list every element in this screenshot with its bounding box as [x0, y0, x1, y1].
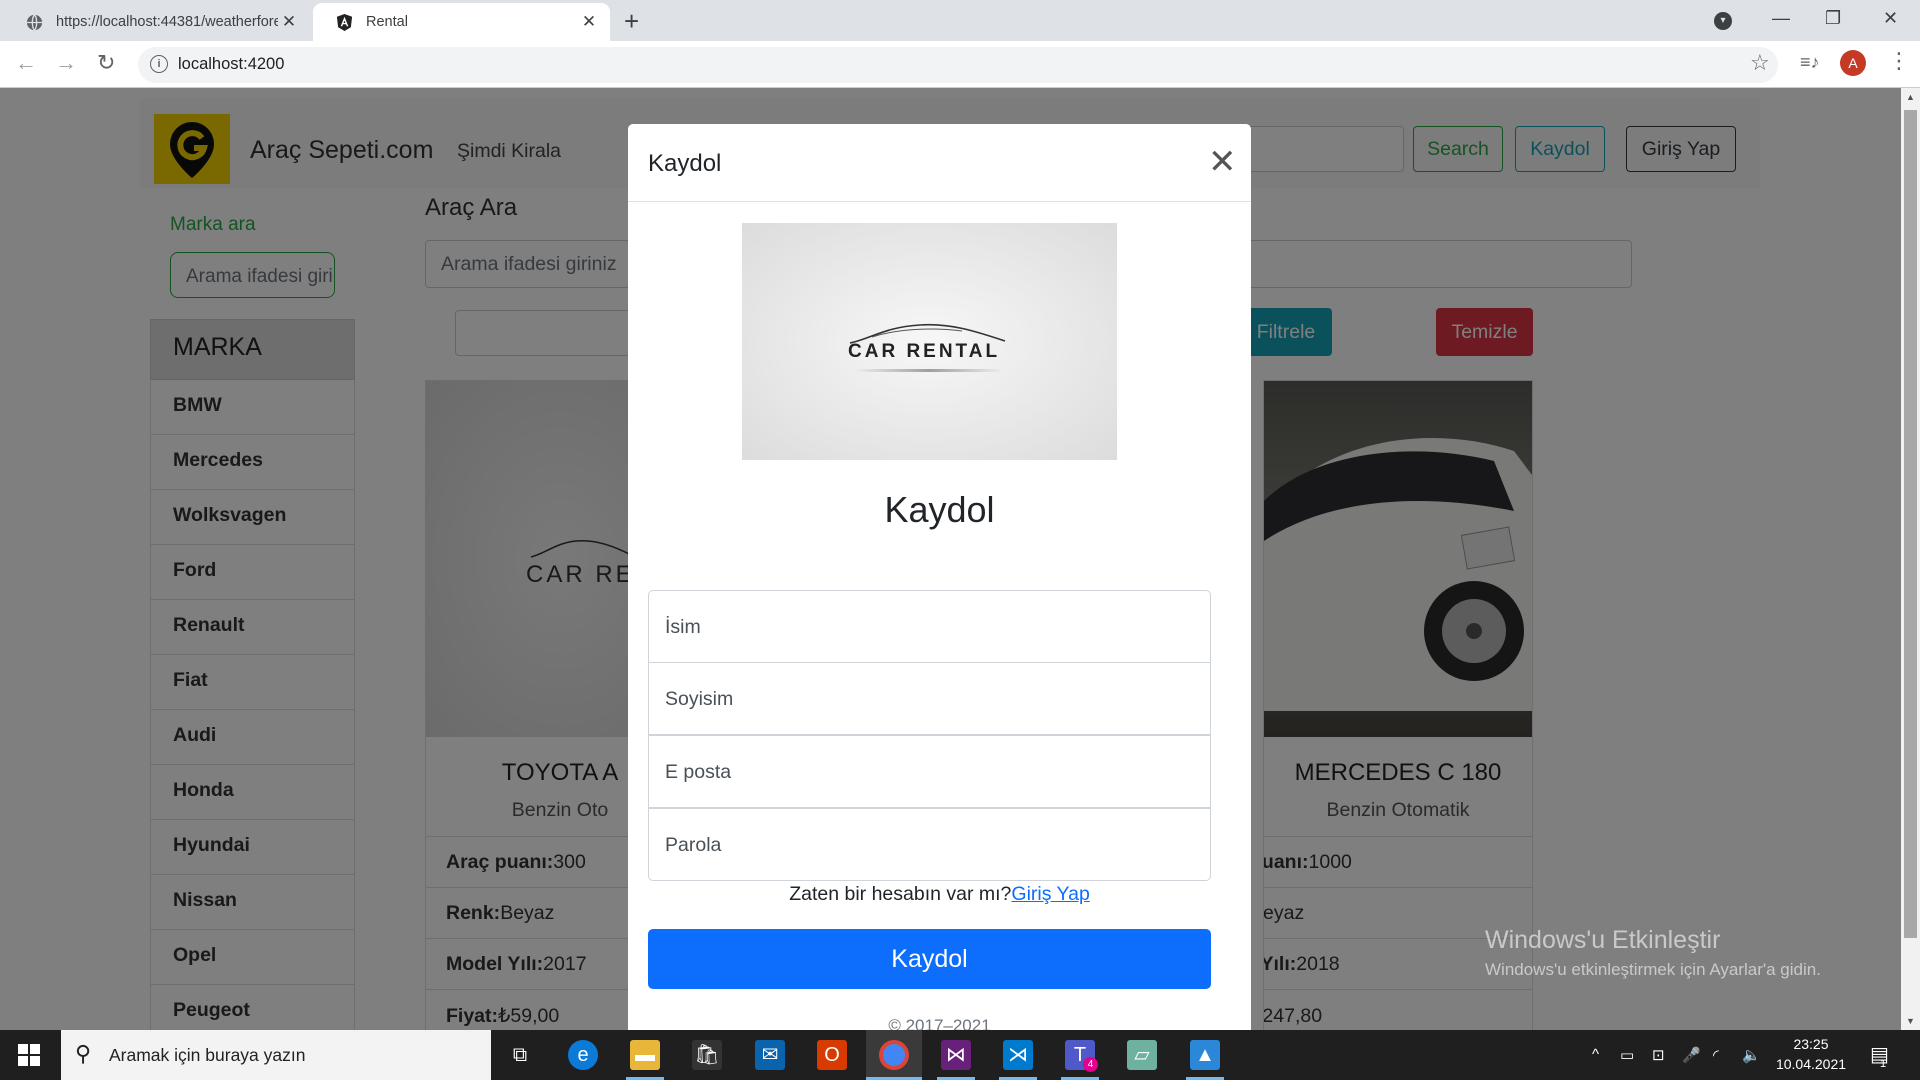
- vscode-icon[interactable]: ⋊: [1003, 1040, 1033, 1070]
- url-text: localhost:4200: [178, 55, 285, 73]
- windows-start-icon[interactable]: [18, 1044, 40, 1066]
- password-field[interactable]: Parola: [648, 808, 1211, 881]
- email-field[interactable]: E posta: [648, 735, 1211, 808]
- tab-title: https://localhost:44381/weatherforecast: [56, 14, 278, 30]
- taskbar-clock[interactable]: 23:25 10.04.2021: [1771, 1034, 1851, 1074]
- window-close-icon[interactable]: ✕: [1883, 8, 1898, 29]
- register-modal: Kaydol ✕ CAR RENTAL Kaydol İsim Soyisim …: [628, 124, 1251, 1030]
- menu-kebab-icon[interactable]: ⋮: [1888, 48, 1910, 74]
- browser-toolbar: ← → ↻ i localhost:4200 ☆ ≡♪ A ⋮: [0, 41, 1920, 88]
- tab-weatherforecast[interactable]: https://localhost:44381/weatherforecast …: [3, 3, 310, 41]
- scroll-down-icon[interactable]: ▼: [1906, 1016, 1915, 1026]
- page-scrollbar[interactable]: ▲ ▼: [1901, 88, 1920, 1030]
- devices-icon[interactable]: ⊡: [1652, 1046, 1665, 1064]
- car-rental-logo-image: CAR RENTAL: [742, 223, 1117, 460]
- bookmark-star-icon[interactable]: ☆: [1750, 50, 1770, 76]
- taskbar-search[interactable]: ⚲ Aramak için buraya yazın: [61, 1030, 491, 1080]
- edge-icon[interactable]: e: [568, 1040, 598, 1070]
- angular-icon: [336, 13, 353, 31]
- globe-icon: [26, 13, 43, 31]
- new-tab-icon[interactable]: +: [624, 6, 639, 37]
- notepad-icon[interactable]: ▱: [1127, 1040, 1157, 1070]
- car-rental-image-text: CAR RENTAL: [848, 341, 1001, 362]
- wifi-icon[interactable]: ◜: [1713, 1046, 1719, 1064]
- tray-overflow-icon[interactable]: ^: [1592, 1046, 1599, 1063]
- have-account-label: Zaten bir hesabın var mı?: [789, 883, 1012, 905]
- register-heading: Kaydol: [884, 489, 995, 530]
- first-name-field[interactable]: İsim: [648, 590, 1211, 663]
- tab-title: Rental: [366, 14, 408, 30]
- search-icon: ⚲: [75, 1041, 92, 1066]
- volume-icon[interactable]: 🔈: [1742, 1046, 1761, 1064]
- modal-title: Kaydol: [648, 150, 722, 177]
- chrome-icon[interactable]: [879, 1040, 909, 1070]
- clock-date: 10.04.2021: [1775, 1056, 1847, 1072]
- activation-watermark-title: Windows'u Etkinleştir: [1485, 926, 1721, 954]
- taskbar-search-placeholder: Aramak için buraya yazın: [109, 1045, 306, 1065]
- scroll-up-icon[interactable]: ▲: [1906, 92, 1915, 102]
- office-icon[interactable]: O: [817, 1040, 847, 1070]
- login-link[interactable]: Giriş Yap: [1011, 883, 1089, 905]
- minimize-icon[interactable]: —: [1772, 8, 1790, 29]
- modal-header: Kaydol ✕: [628, 124, 1251, 202]
- media-control-icon[interactable]: ≡♪: [1800, 52, 1820, 73]
- forward-icon[interactable]: →: [55, 50, 77, 76]
- activation-watermark-text: Windows'u etkinleştirmek için Ayarlar'a …: [1485, 960, 1821, 979]
- copyright-text: © 2017–2021: [888, 1016, 991, 1030]
- photos-icon[interactable]: ▲: [1190, 1040, 1220, 1070]
- teams-badge: 4: [1083, 1057, 1098, 1072]
- logo-shadow: [854, 369, 1004, 372]
- have-account-text: Zaten bir hesabın var mı?Giriş Yap: [628, 883, 1251, 906]
- page-viewport: Araç Sepeti.com Şimdi Kirala Search Kayd…: [0, 88, 1901, 1030]
- back-icon[interactable]: ←: [15, 50, 37, 76]
- battery-icon[interactable]: ▭: [1620, 1046, 1634, 1064]
- tab-search-icon[interactable]: ▾: [1714, 12, 1732, 30]
- last-name-field[interactable]: Soyisim: [648, 662, 1211, 735]
- clock-time: 23:25: [1793, 1036, 1829, 1052]
- browser-tab-bar: https://localhost:44381/weatherforecast …: [0, 0, 1920, 41]
- store-icon[interactable]: 🛍: [692, 1040, 722, 1070]
- profile-avatar[interactable]: A: [1840, 50, 1866, 76]
- address-bar[interactable]: i localhost:4200: [138, 47, 1778, 83]
- microphone-icon[interactable]: 🎤: [1682, 1046, 1701, 1064]
- tab-rental[interactable]: Rental ✕: [313, 3, 610, 41]
- close-icon[interactable]: ✕: [1208, 142, 1237, 182]
- restore-icon[interactable]: ❐: [1825, 8, 1841, 29]
- file-explorer-icon[interactable]: ▬: [630, 1040, 660, 1070]
- close-tab-icon[interactable]: ✕: [578, 11, 600, 33]
- task-view-icon[interactable]: ⧉: [505, 1040, 535, 1070]
- mail-icon[interactable]: ✉: [755, 1040, 785, 1070]
- register-submit-button[interactable]: Kaydol: [648, 929, 1211, 989]
- visual-studio-icon[interactable]: ⋈: [941, 1040, 971, 1070]
- scrollbar-thumb[interactable]: [1904, 110, 1917, 938]
- reload-icon[interactable]: ↻: [97, 50, 115, 76]
- close-tab-icon[interactable]: ✕: [278, 11, 300, 33]
- site-info-icon[interactable]: i: [150, 55, 168, 73]
- notification-count: 1: [1880, 1058, 1887, 1070]
- windows-taskbar: ⚲ Aramak için buraya yazın ⧉ e ▬ 🛍 ✉ O ⋈…: [0, 1030, 1920, 1080]
